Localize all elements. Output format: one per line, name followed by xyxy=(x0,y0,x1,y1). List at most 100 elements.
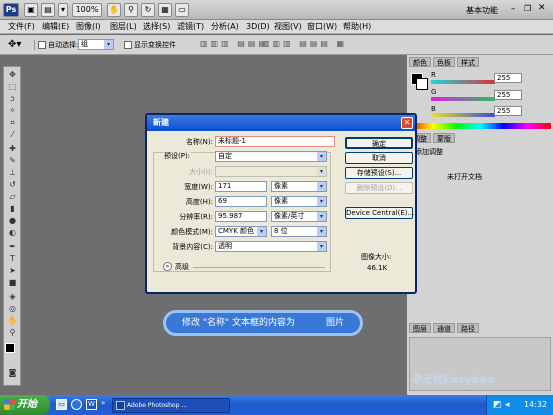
type-tool-icon[interactable]: T xyxy=(6,253,19,264)
zoom-tool-icon[interactable]: ⚲ xyxy=(6,327,19,338)
preset-label: 预设(P): xyxy=(163,151,192,161)
dialog-close-icon[interactable]: ✕ xyxy=(401,117,413,129)
shape-tool-icon[interactable]: ■ xyxy=(6,277,19,288)
close-icon[interactable]: ✕ xyxy=(538,3,546,13)
path-select-icon[interactable]: ➤ xyxy=(6,265,19,276)
grid-icon[interactable]: ▾ xyxy=(58,3,68,17)
dodge-tool-icon[interactable]: ◐ xyxy=(6,227,19,238)
align-icons[interactable]: ▥▥▥ ▤▤▤ xyxy=(200,39,269,48)
show-desktop-icon[interactable]: ▭ xyxy=(56,399,67,410)
3d-rotate-icon[interactable]: ◈ xyxy=(6,291,19,302)
tab-color[interactable]: 颜色 xyxy=(409,57,431,67)
menu-view[interactable]: 视图(V) xyxy=(274,21,302,33)
resolution-field[interactable]: 95.987 xyxy=(215,211,267,222)
word-icon[interactable]: W xyxy=(86,399,97,410)
menu-image[interactable]: 图像(I) xyxy=(76,21,101,33)
auto-select-checkbox[interactable] xyxy=(38,41,46,49)
bridge-icon[interactable]: ▣ xyxy=(24,3,38,17)
network-icon[interactable]: ◩ xyxy=(493,399,502,411)
history-brush-icon[interactable]: ↺ xyxy=(6,179,19,190)
magic-wand-icon[interactable]: ✧ xyxy=(6,105,19,116)
background-dropdown[interactable]: 透明 ▾ xyxy=(215,241,327,252)
g-slider[interactable] xyxy=(431,97,495,101)
height-field[interactable]: 69 xyxy=(215,196,267,207)
blur-tool-icon[interactable]: ● xyxy=(6,215,19,226)
lasso-tool-icon[interactable]: ↄ xyxy=(6,93,19,104)
hand-tool-icon[interactable]: ✋ xyxy=(6,315,19,326)
3d-orbit-icon[interactable]: ◎ xyxy=(6,303,19,314)
more-icon[interactable]: » xyxy=(101,399,108,410)
b-slider[interactable] xyxy=(431,113,495,117)
r-slider[interactable] xyxy=(431,80,495,84)
color-ramp[interactable] xyxy=(409,123,551,129)
menu-edit[interactable]: 编辑(E) xyxy=(42,21,69,33)
cancel-button[interactable]: 取消 xyxy=(345,152,413,164)
tab-paths[interactable]: 路径 xyxy=(457,323,479,333)
menu-layer[interactable]: 图层(L) xyxy=(110,21,137,33)
pen-tool-icon[interactable]: ✒ xyxy=(6,241,19,252)
minibridge-icon[interactable]: ▤ xyxy=(41,3,55,17)
screen-mode-icon[interactable]: ▭ xyxy=(175,3,189,17)
menu-analysis[interactable]: 分析(A) xyxy=(211,21,239,33)
distribute-icons[interactable]: ▥▥▥ ▤▤▤ ▦ xyxy=(262,39,347,48)
bit-depth-dropdown[interactable]: 8 位 ▾ xyxy=(271,226,327,237)
quick-mask-icon[interactable]: ◙ xyxy=(6,367,19,378)
width-unit-dropdown[interactable]: 像素 ▾ xyxy=(271,181,327,192)
arrange-icon[interactable]: ▦ xyxy=(158,3,172,17)
save-preset-button[interactable]: 存储预设(S)... xyxy=(345,167,413,179)
chevron-down-icon: ▾ xyxy=(317,197,326,206)
right-panel-dock: 颜色 色板 样式 R 255 G 255 B 255 调整 蒙版 添加调整 未打… xyxy=(407,55,553,395)
preset-value: 自定 xyxy=(218,152,232,160)
height-unit-dropdown[interactable]: 像素 ▾ xyxy=(271,196,327,207)
brush-tool-icon[interactable]: ✎ xyxy=(6,155,19,166)
zoom-level[interactable]: 100% xyxy=(72,3,102,17)
marquee-tool-icon[interactable]: ⬚ xyxy=(6,81,19,92)
minimize-icon[interactable]: – xyxy=(511,4,516,14)
healing-brush-icon[interactable]: ✚ xyxy=(6,143,19,154)
tab-swatches[interactable]: 色板 xyxy=(433,57,455,67)
g-value-field[interactable]: 255 xyxy=(494,90,522,100)
watermark-logo: 考无忧Easykao xyxy=(410,373,494,386)
name-field[interactable]: 未标题-1 xyxy=(215,136,335,147)
advanced-toggle-icon[interactable]: » xyxy=(163,262,172,271)
eraser-icon[interactable]: ▱ xyxy=(6,191,19,202)
eyedropper-icon[interactable]: ⁄ xyxy=(6,129,19,140)
gradient-tool-icon[interactable]: ▮ xyxy=(6,203,19,214)
chevron-down-icon: ▾ xyxy=(257,227,266,236)
panel-background-swatch[interactable] xyxy=(416,78,428,90)
menu-select[interactable]: 选择(S) xyxy=(143,21,170,33)
ie-icon[interactable] xyxy=(71,399,82,410)
menu-file[interactable]: 文件(F) xyxy=(8,21,35,33)
resolution-unit-dropdown[interactable]: 像素/英寸 ▾ xyxy=(271,211,327,222)
clone-stamp-icon[interactable]: ⊥ xyxy=(6,167,19,178)
color-mode-dropdown[interactable]: CMYK 颜色 ▾ xyxy=(215,226,267,237)
workspace-switcher[interactable]: 基本功能 xyxy=(466,5,498,16)
foreground-color-swatch[interactable] xyxy=(5,343,15,353)
tab-masks[interactable]: 蒙版 xyxy=(433,133,455,143)
b-value-field[interactable]: 255 xyxy=(494,106,522,116)
taskbar-photoshop-item[interactable]: Adobe Photoshop ... xyxy=(112,398,230,413)
ok-button[interactable]: 确定 xyxy=(345,137,413,149)
crop-tool-icon[interactable]: ⌗ xyxy=(6,117,19,128)
zoom-icon[interactable]: ⚲ xyxy=(124,3,138,17)
tab-layers[interactable]: 图层 xyxy=(409,323,431,333)
tab-channels[interactable]: 通道 xyxy=(433,323,455,333)
menu-filter[interactable]: 滤镜(T) xyxy=(177,21,204,33)
volume-icon[interactable]: ◂ xyxy=(505,399,510,411)
restore-icon[interactable]: ❐ xyxy=(524,4,531,13)
tab-styles[interactable]: 样式 xyxy=(457,57,479,67)
menu-window[interactable]: 窗口(W) xyxy=(307,21,337,33)
preset-dropdown[interactable]: 自定 ▾ xyxy=(215,151,327,162)
move-tool-icon[interactable]: ✥ xyxy=(6,69,19,80)
auto-select-dropdown[interactable]: 组 ▾ xyxy=(78,39,114,50)
background-value: 透明 xyxy=(218,242,232,250)
menu-3d[interactable]: 3D(D) xyxy=(246,21,270,33)
r-value-field[interactable]: 255 xyxy=(494,73,522,83)
rotate-icon[interactable]: ↻ xyxy=(141,3,155,17)
device-central-button[interactable]: Device Central(E)... xyxy=(345,207,414,219)
width-field[interactable]: 171 xyxy=(215,181,267,192)
show-transform-checkbox[interactable] xyxy=(124,41,132,49)
menu-help[interactable]: 帮助(H) xyxy=(343,21,371,33)
hand-icon[interactable]: ✋ xyxy=(107,3,121,17)
move-tool-icon[interactable]: ✥▾ xyxy=(8,39,21,50)
